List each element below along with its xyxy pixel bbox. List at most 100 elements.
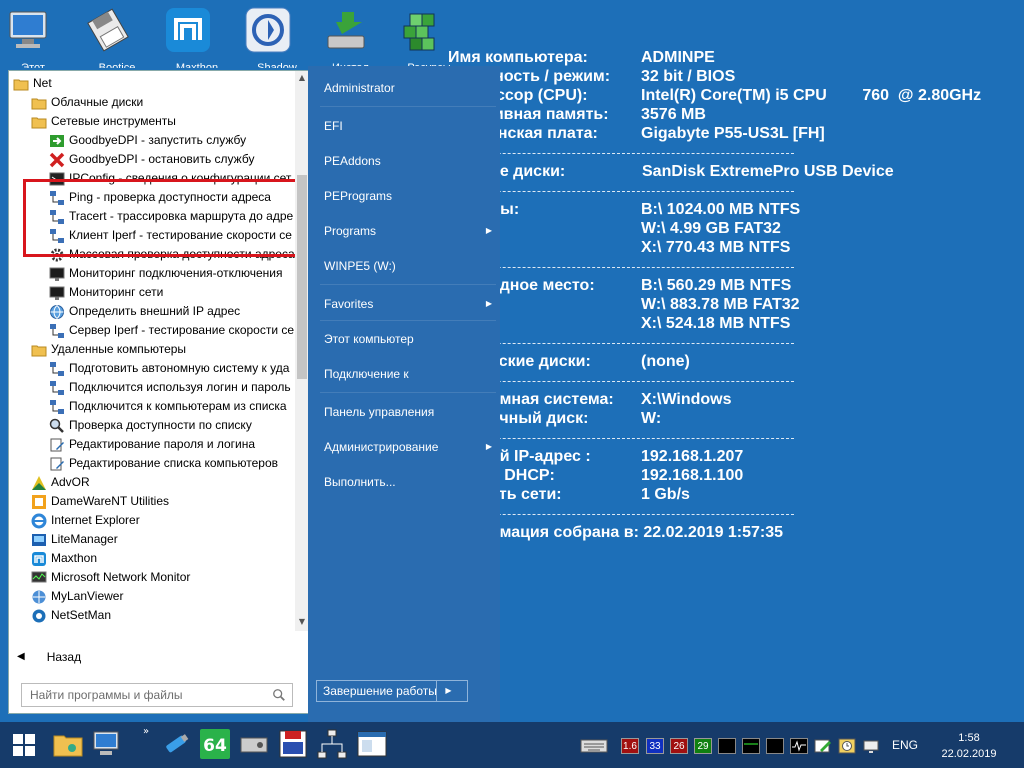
- place-control-panel[interactable]: Панель управления: [324, 401, 494, 423]
- tree-item-ms-network-monitor[interactable]: Microsoft Network Monitor: [31, 568, 190, 587]
- tree-item-litemanager[interactable]: LiteManager: [31, 530, 118, 549]
- tree-item-network-monitor[interactable]: Мониторинг сети: [49, 283, 163, 302]
- tree-item-check-list[interactable]: Проверка доступности по списку: [49, 416, 252, 435]
- place-efi[interactable]: EFI: [324, 115, 494, 137]
- sysinfo-value: B:\ 560.29 MB NTFS: [641, 277, 792, 294]
- tree-item-cloud-drives[interactable]: Облачные диски: [31, 93, 143, 112]
- edit-icon: [50, 457, 64, 470]
- taskbar-clock[interactable]: 1:58 22.02.2019: [936, 730, 1002, 762]
- desktop-icon-maxthon[interactable]: Maxthon: [164, 6, 230, 68]
- tree-item-label: Net: [33, 76, 52, 90]
- taskbar-usb-icon[interactable]: [160, 728, 192, 760]
- tree-item-goodbyedpi-start[interactable]: GoodbyeDPI - запустить службу: [49, 131, 246, 150]
- sysinfo-key: ссор (CPU):: [496, 87, 588, 104]
- place-connect-to[interactable]: Подключение к: [324, 363, 494, 385]
- tree-item-iperf-client[interactable]: Клиент Iperf - тестирование скорости се: [49, 226, 292, 245]
- tree-item-label: Internet Explorer: [51, 513, 140, 527]
- tree-item-netsetman[interactable]: NetSetMan: [31, 606, 111, 625]
- tree-item-internet-explorer[interactable]: Internet Explorer: [31, 511, 140, 530]
- place-peaddons[interactable]: PEAddons: [324, 150, 494, 172]
- start-menu-places-pane: Administrator EFI PEAddons PEPrograms Pr…: [308, 66, 500, 722]
- keyboard-icon[interactable]: [580, 738, 608, 754]
- program-tree: Net Облачные диски Сетевые инструменты G…: [9, 71, 295, 631]
- tray-monitor-icon[interactable]: [718, 738, 736, 754]
- sysinfo-value: W:\ 4.99 GB FAT32: [641, 220, 781, 237]
- taskbar-disk-icon[interactable]: [238, 728, 270, 760]
- place-this-computer[interactable]: Этот компьютер: [324, 328, 494, 350]
- desktop-icon-install[interactable]: Инстал...: [322, 6, 388, 68]
- tree-item-goodbyedpi-stop[interactable]: GoodbyeDPI - остановить службу: [49, 150, 254, 169]
- tree-item-label: Microsoft Network Monitor: [51, 570, 191, 584]
- network-icon: [50, 228, 64, 243]
- desktop-icon-shadow[interactable]: Shadow: [244, 6, 310, 68]
- tree-item-connect-list[interactable]: Подключится к компьютерам из списка: [49, 397, 287, 416]
- tree-item-label: DameWareNT Utilities: [51, 494, 170, 508]
- place-peprograms[interactable]: PEPrograms: [324, 185, 494, 207]
- tree-item-connect-login[interactable]: Подключится используя логин и пароль: [49, 378, 291, 397]
- tree-item-edit-password[interactable]: Редактирование пароля и логина: [49, 435, 255, 454]
- vertical-scrollbar[interactable]: ▲ ▼: [295, 71, 309, 631]
- taskbar-64-icon[interactable]: 64: [199, 728, 231, 760]
- scroll-up-arrow-icon[interactable]: ▲: [295, 71, 309, 85]
- start-button[interactable]: [0, 722, 48, 768]
- tray-indicator-1[interactable]: 1.6: [621, 738, 639, 754]
- tray-indicator-4[interactable]: 29: [694, 738, 712, 754]
- place-administrator[interactable]: Administrator: [324, 77, 494, 99]
- tree-item-edit-list[interactable]: Редактирование списка компьютеров: [49, 454, 278, 473]
- shutdown-options-arrow-icon[interactable]: ▶: [436, 680, 460, 702]
- place-run[interactable]: Выполнить...: [324, 471, 494, 493]
- tree-item-prepare-offline[interactable]: Подготовить автономную систему к уда: [49, 359, 289, 378]
- tray-clock-icon[interactable]: [838, 738, 856, 754]
- place-label: Выполнить...: [324, 475, 396, 489]
- place-favorites[interactable]: Favorites ▶: [324, 293, 494, 315]
- desktop-icon-computer[interactable]: Этот...: [4, 6, 70, 68]
- tree-item-net[interactable]: Net: [13, 74, 52, 93]
- taskbar-floppy-icon[interactable]: [277, 728, 309, 760]
- quicklaunch-overflow-icon[interactable]: »: [143, 726, 149, 737]
- tree-item-advor[interactable]: AdvOR: [31, 473, 90, 492]
- sysinfo-value: ADMINPE: [641, 49, 715, 66]
- taskbar-computer-icon[interactable]: [90, 728, 122, 760]
- tree-item-ipconfig[interactable]: IPConfig - сведения о конфигурации сет: [49, 169, 291, 188]
- desktop-icon-floppy[interactable]: Bootice: [84, 6, 150, 68]
- tray-indicator-3[interactable]: 26: [670, 738, 688, 754]
- scroll-down-arrow-icon[interactable]: ▼: [295, 615, 309, 629]
- tree-item-external-ip[interactable]: Определить внешний IP адрес: [49, 302, 240, 321]
- tree-item-label: Облачные диски: [51, 95, 144, 109]
- tree-item-tracert[interactable]: Tracert - трассировка маршрута до адре: [49, 207, 293, 226]
- scroll-thumb[interactable]: [297, 175, 307, 379]
- place-programs[interactable]: Programs ▶: [324, 220, 494, 242]
- taskbar-window-icon[interactable]: [356, 728, 388, 760]
- tree-item-maxthon[interactable]: Maxthon: [31, 549, 97, 568]
- tree-item-dameware[interactable]: DameWareNT Utilities: [31, 492, 169, 511]
- tray-network-icon[interactable]: [862, 738, 880, 754]
- place-winpe5[interactable]: WINPE5 (W:): [324, 255, 494, 277]
- tray-screen-icon[interactable]: [766, 738, 784, 754]
- sysinfo-value: 32 bit / BIOS: [641, 68, 736, 85]
- tree-item-mass-check[interactable]: Массовая проверка доступности адреса: [49, 245, 295, 264]
- place-administration[interactable]: Администрирование ▶: [324, 436, 494, 458]
- taskbar-explorer-icon[interactable]: [52, 728, 84, 760]
- tray-pulse-icon[interactable]: [790, 738, 808, 754]
- mylanviewer-icon: [32, 590, 46, 603]
- language-indicator[interactable]: ENG: [892, 738, 918, 752]
- folder-icon: [13, 79, 29, 90]
- tray-pencil-icon[interactable]: [814, 738, 832, 754]
- tray-indicator-2[interactable]: 33: [646, 738, 664, 754]
- taskbar-network-icon[interactable]: [316, 728, 348, 760]
- tray-line-icon[interactable]: [742, 738, 760, 754]
- tree-item-label: Подключится к компьютерам из списка: [69, 399, 287, 413]
- sysinfo-value: X:\ 770.43 MB NTFS: [641, 239, 791, 256]
- tree-item-ping[interactable]: Ping - проверка доступности адреса: [49, 188, 271, 207]
- dameware-icon: [32, 494, 46, 509]
- sysinfo-value: W:\ 883.78 MB FAT32: [641, 296, 800, 313]
- search-input[interactable]: Найти программы и файлы: [21, 683, 293, 707]
- tree-item-connection-monitor[interactable]: Мониторинг подключения-отключения: [49, 264, 282, 283]
- tree-item-iperf-server[interactable]: Сервер Iperf - тестирование скорости се: [49, 321, 294, 340]
- tree-item-label: Подготовить автономную систему к уда: [69, 361, 290, 375]
- tree-item-network-tools[interactable]: Сетевые инструменты: [31, 112, 176, 131]
- tree-item-remote-computers[interactable]: Удаленные компьютеры: [31, 340, 186, 359]
- back-button[interactable]: ◀ Назад: [17, 647, 81, 667]
- tree-item-mylanviewer[interactable]: MyLanViewer: [31, 587, 123, 606]
- place-label: WINPE5 (W:): [324, 259, 396, 273]
